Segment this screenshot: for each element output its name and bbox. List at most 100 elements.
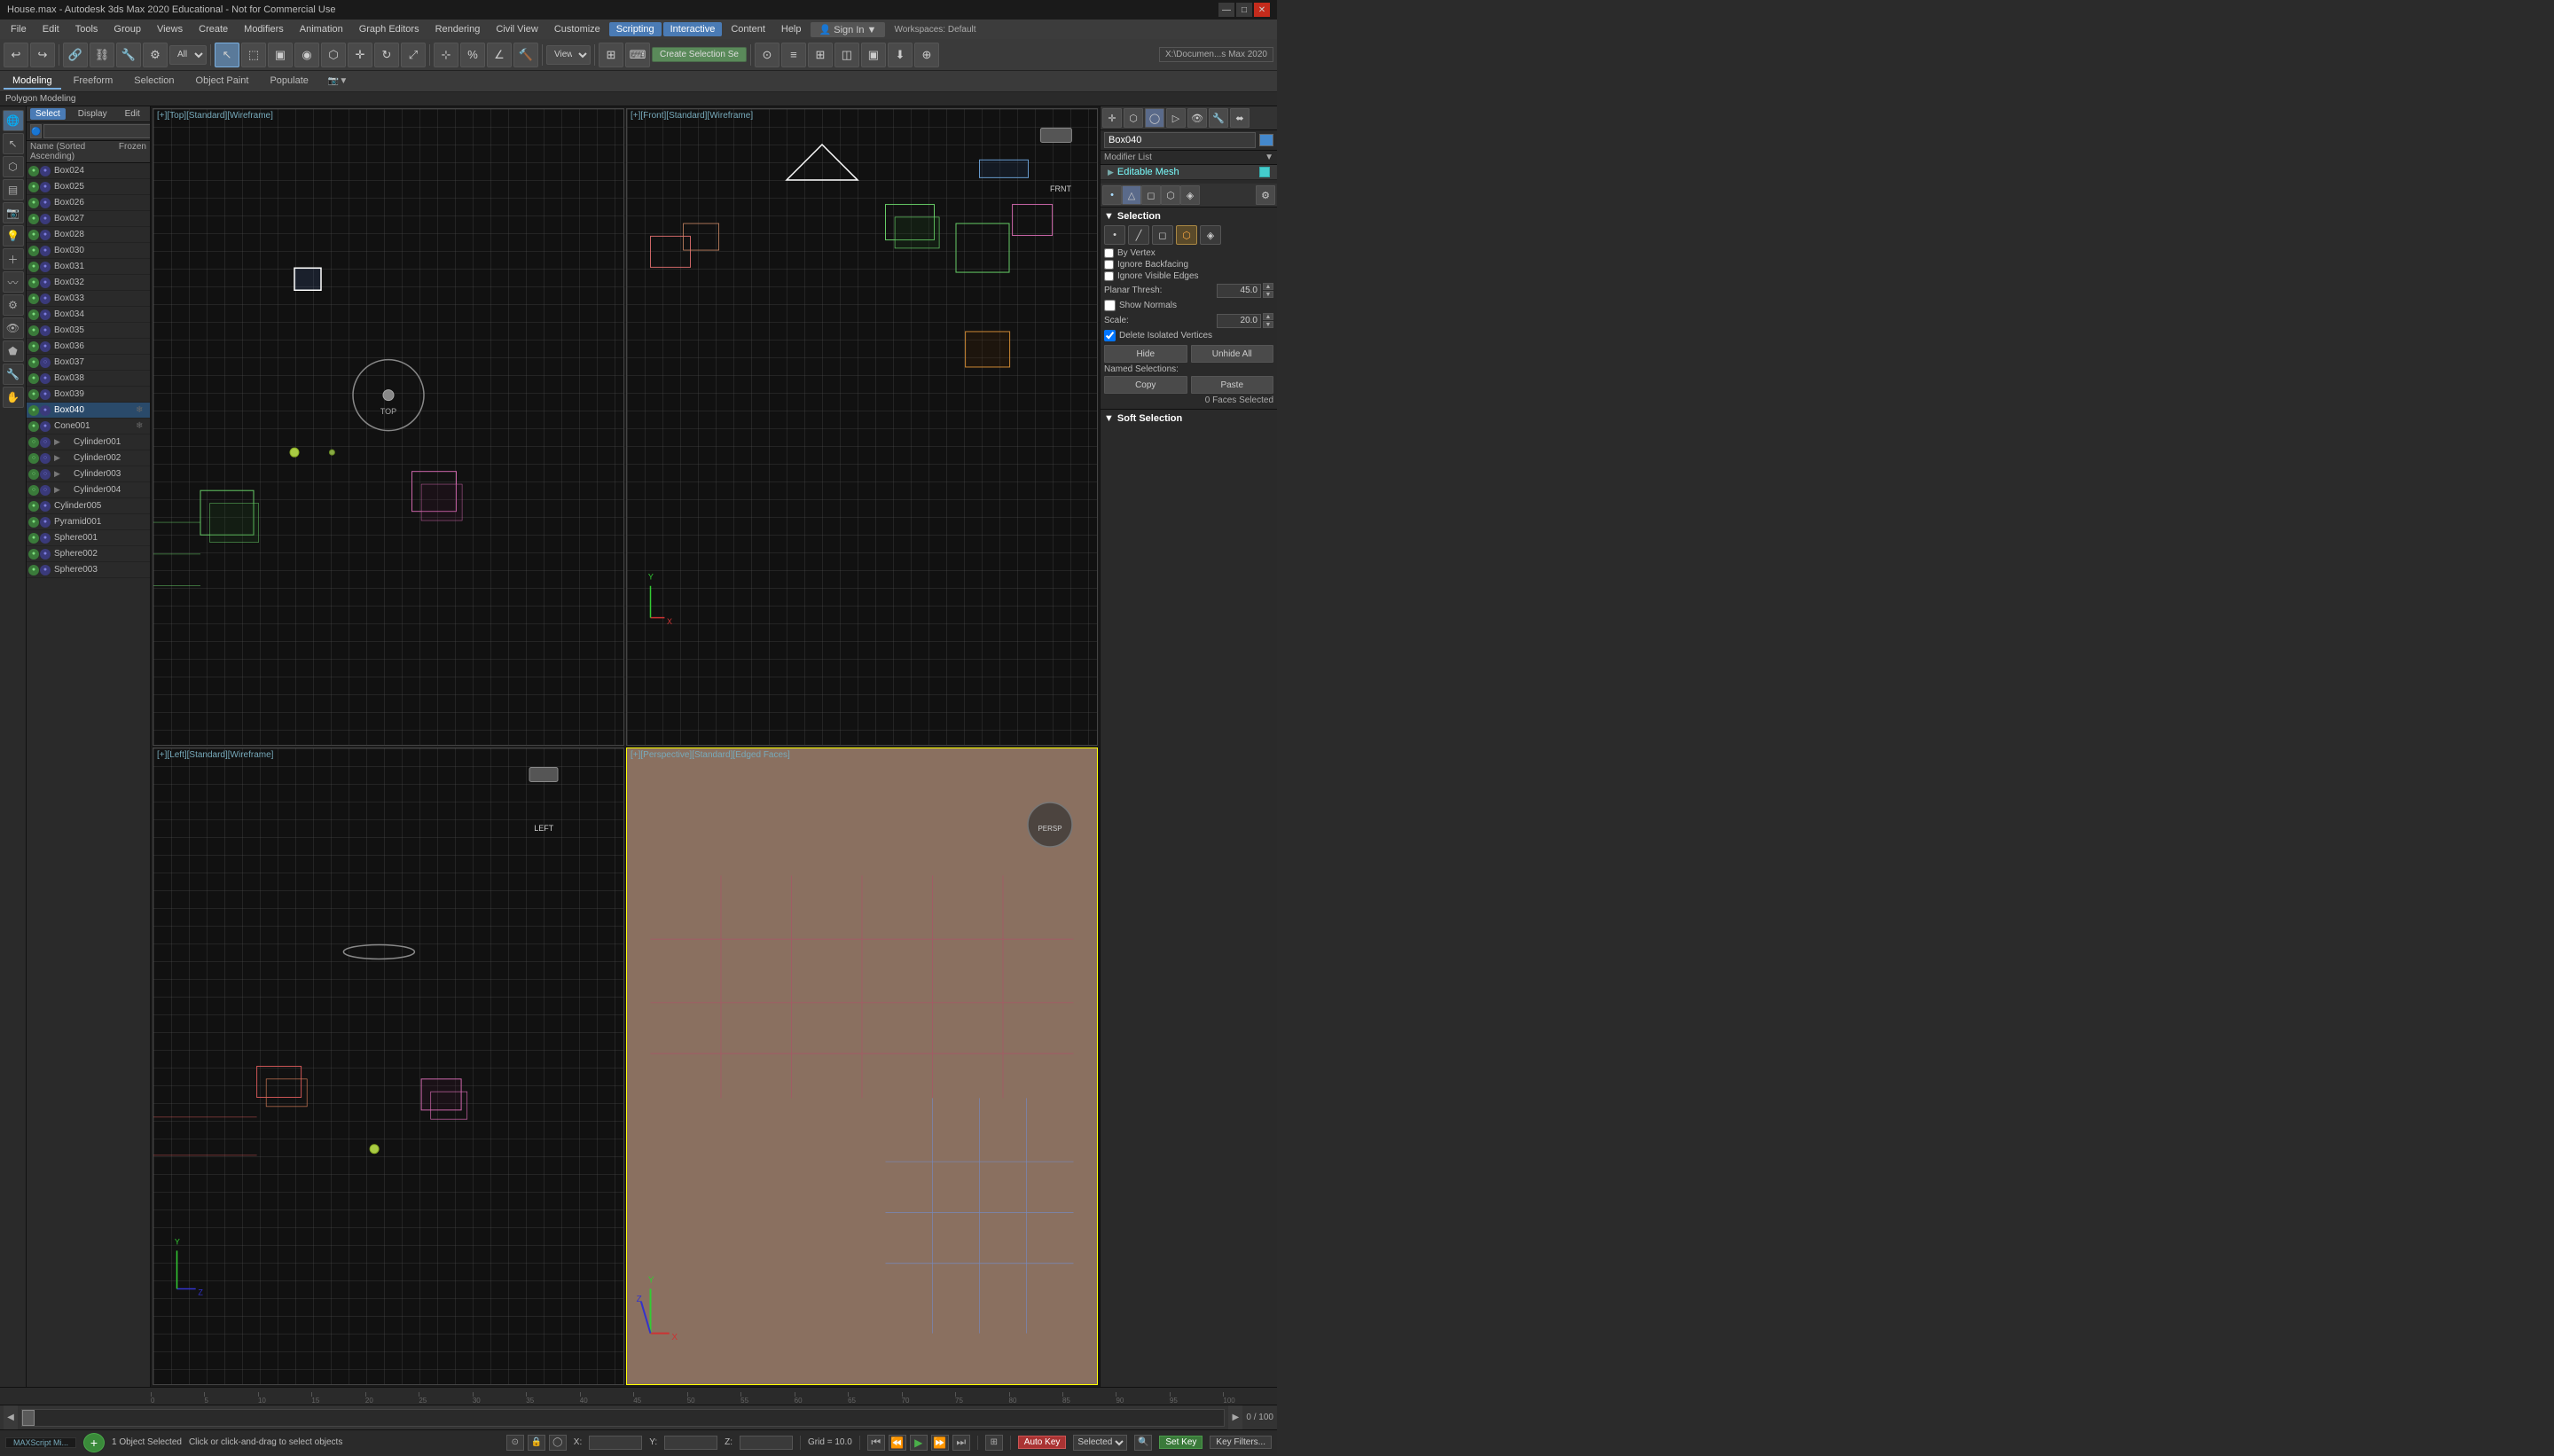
eye-icon[interactable]: ● bbox=[28, 294, 39, 304]
render-icon[interactable]: ● bbox=[40, 389, 51, 400]
lights-icon[interactable]: 💡 bbox=[3, 225, 24, 247]
render-icon[interactable]: ● bbox=[40, 517, 51, 528]
filter-icon[interactable]: 🔵 bbox=[30, 124, 42, 138]
scene-item[interactable]: ○○▶Cylinder001 bbox=[27, 434, 150, 450]
y-coord-input[interactable] bbox=[664, 1436, 717, 1450]
render-icon[interactable]: ● bbox=[40, 421, 51, 432]
scale-down-btn[interactable]: ▼ bbox=[1263, 321, 1273, 328]
layer-btn6[interactable]: ⬇ bbox=[888, 43, 913, 67]
snap-magnet-btn[interactable]: ⊙ bbox=[506, 1435, 524, 1451]
eye-icon[interactable]: ● bbox=[28, 565, 39, 575]
scene-item[interactable]: ●●Cone001❄ bbox=[27, 419, 150, 434]
props-extra-btn[interactable]: ⬌ bbox=[1230, 108, 1250, 128]
menu-interactive[interactable]: Interactive bbox=[663, 22, 723, 36]
scene-item[interactable]: ●●Box028 bbox=[27, 227, 150, 243]
select-region-button[interactable]: ⬚ bbox=[241, 43, 266, 67]
render-icon[interactable]: ● bbox=[40, 214, 51, 224]
eye-icon[interactable]: ● bbox=[28, 230, 39, 240]
create-icon[interactable]: ⬡ bbox=[3, 156, 24, 177]
eye-icon[interactable]: ● bbox=[28, 278, 39, 288]
scene-tab-display[interactable]: Display bbox=[73, 108, 113, 120]
eye-icon[interactable]: ● bbox=[28, 357, 39, 368]
add-time-btn[interactable]: + bbox=[83, 1433, 105, 1452]
timeline-left-btn[interactable]: ◀ bbox=[4, 1405, 18, 1429]
timeline-right-btn[interactable]: ▶ bbox=[1228, 1405, 1242, 1429]
filter-dropdown[interactable]: All bbox=[169, 45, 207, 65]
props-display-btn[interactable]: 👁 bbox=[1187, 108, 1207, 128]
viewport-perspective[interactable]: [+][Perspective][Standard][Edged Faces] bbox=[626, 748, 1098, 1385]
render-icon[interactable]: ● bbox=[40, 325, 51, 336]
scene-item[interactable]: ○○▶Cylinder004 bbox=[27, 482, 150, 498]
menu-views[interactable]: Views bbox=[150, 22, 190, 36]
scene-item[interactable]: ○○▶Cylinder003 bbox=[27, 466, 150, 482]
scene-item[interactable]: ●●Box026 bbox=[27, 195, 150, 211]
menu-rendering[interactable]: Rendering bbox=[428, 22, 488, 36]
rotate-button[interactable]: ↻ bbox=[374, 43, 399, 67]
render-icon[interactable]: ● bbox=[40, 501, 51, 512]
setkey-btn[interactable]: Set Key bbox=[1159, 1436, 1203, 1449]
by-vertex-check[interactable] bbox=[1104, 248, 1114, 258]
scene-item[interactable]: ●●Box025 bbox=[27, 179, 150, 195]
snap-button[interactable]: % bbox=[460, 43, 485, 67]
eye-icon[interactable]: ● bbox=[28, 182, 39, 192]
ignore-backfacing-check[interactable] bbox=[1104, 260, 1114, 270]
selected-dropdown[interactable]: Selected bbox=[1073, 1435, 1127, 1451]
planar-up-btn[interactable]: ▲ bbox=[1263, 283, 1273, 290]
render-icon[interactable]: ● bbox=[40, 565, 51, 575]
scene-item[interactable]: ●●Sphere001 bbox=[27, 530, 150, 546]
render-icon[interactable]: ● bbox=[40, 533, 51, 544]
scene-item[interactable]: ●●Box040❄ bbox=[27, 403, 150, 419]
scene-item[interactable]: ●●Box039 bbox=[27, 387, 150, 403]
copy-button[interactable]: Copy bbox=[1104, 376, 1187, 394]
eye-icon[interactable]: ○ bbox=[28, 469, 39, 480]
goto-end-btn[interactable]: ⏭ bbox=[952, 1435, 970, 1451]
eye-icon[interactable]: ● bbox=[28, 501, 39, 512]
planar-thresh-input[interactable] bbox=[1217, 284, 1261, 298]
bind-space-button[interactable]: 🔧 bbox=[116, 43, 141, 67]
camera-side-icon[interactable]: 📷 bbox=[3, 202, 24, 223]
shapes-icon[interactable]: ▤ bbox=[3, 179, 24, 200]
utilities-icon[interactable]: 🔧 bbox=[3, 364, 24, 385]
minimize-button[interactable]: — bbox=[1218, 3, 1234, 17]
layer-btn2[interactable]: ≡ bbox=[781, 43, 806, 67]
eye-icon[interactable]: ● bbox=[28, 405, 39, 416]
layer-btn3[interactable]: ⊞ bbox=[808, 43, 833, 67]
scene-item[interactable]: ●●Box035 bbox=[27, 323, 150, 339]
rect-select-button[interactable]: ▣ bbox=[268, 43, 293, 67]
menu-group[interactable]: Group bbox=[106, 22, 148, 36]
props-hierarchy-btn[interactable]: ◯ bbox=[1145, 108, 1164, 128]
hand-icon[interactable]: ✋ bbox=[3, 387, 24, 408]
menu-create[interactable]: Create bbox=[192, 22, 235, 36]
eye-icon[interactable]: ● bbox=[28, 166, 39, 176]
motion-icon[interactable]: ⬟ bbox=[3, 341, 24, 362]
hide-button[interactable]: Hide bbox=[1104, 345, 1187, 363]
link-button[interactable]: 🔗 bbox=[63, 43, 88, 67]
circle-select-button[interactable]: ◉ bbox=[294, 43, 319, 67]
layer-btn5[interactable]: ▣ bbox=[861, 43, 886, 67]
pt-settings-btn[interactable]: ⚙ bbox=[1256, 185, 1275, 205]
scene-item[interactable]: ●●Box034 bbox=[27, 307, 150, 323]
scene-tab-edit[interactable]: Edit bbox=[120, 108, 145, 120]
item-expand-icon[interactable]: ▶ bbox=[54, 453, 63, 463]
viewport-front[interactable]: [+][Front][Standard][Wireframe] bbox=[626, 108, 1098, 746]
modifier-editable-mesh[interactable]: ▶ Editable Mesh bbox=[1101, 165, 1277, 180]
menu-edit[interactable]: Edit bbox=[35, 22, 67, 36]
scene-item[interactable]: ●●Box030 bbox=[27, 243, 150, 259]
scene-item[interactable]: ●●Sphere003 bbox=[27, 562, 150, 578]
search-btn[interactable]: 🔍 bbox=[1134, 1435, 1152, 1451]
tab-object-paint[interactable]: Object Paint bbox=[187, 74, 258, 90]
scene-explorer-icon[interactable]: 🌐 bbox=[3, 110, 24, 131]
eye-icon[interactable]: ● bbox=[28, 549, 39, 560]
paste-button[interactable]: Paste bbox=[1191, 376, 1274, 394]
render-icon[interactable]: ○ bbox=[40, 453, 51, 464]
col-name-header[interactable]: Name (Sorted Ascending) bbox=[30, 142, 102, 161]
play-btn[interactable]: ▶ bbox=[910, 1435, 928, 1451]
show-normals-check[interactable] bbox=[1104, 300, 1116, 311]
pt-border-btn[interactable]: ◻ bbox=[1141, 185, 1161, 205]
move-button[interactable]: ✛ bbox=[348, 43, 372, 67]
render-icon[interactable]: ● bbox=[40, 166, 51, 176]
obj-name-input[interactable] bbox=[1104, 132, 1256, 148]
z-coord-input[interactable] bbox=[740, 1436, 793, 1450]
scene-item[interactable]: ●●Box027 bbox=[27, 211, 150, 227]
render-icon[interactable]: ● bbox=[40, 341, 51, 352]
